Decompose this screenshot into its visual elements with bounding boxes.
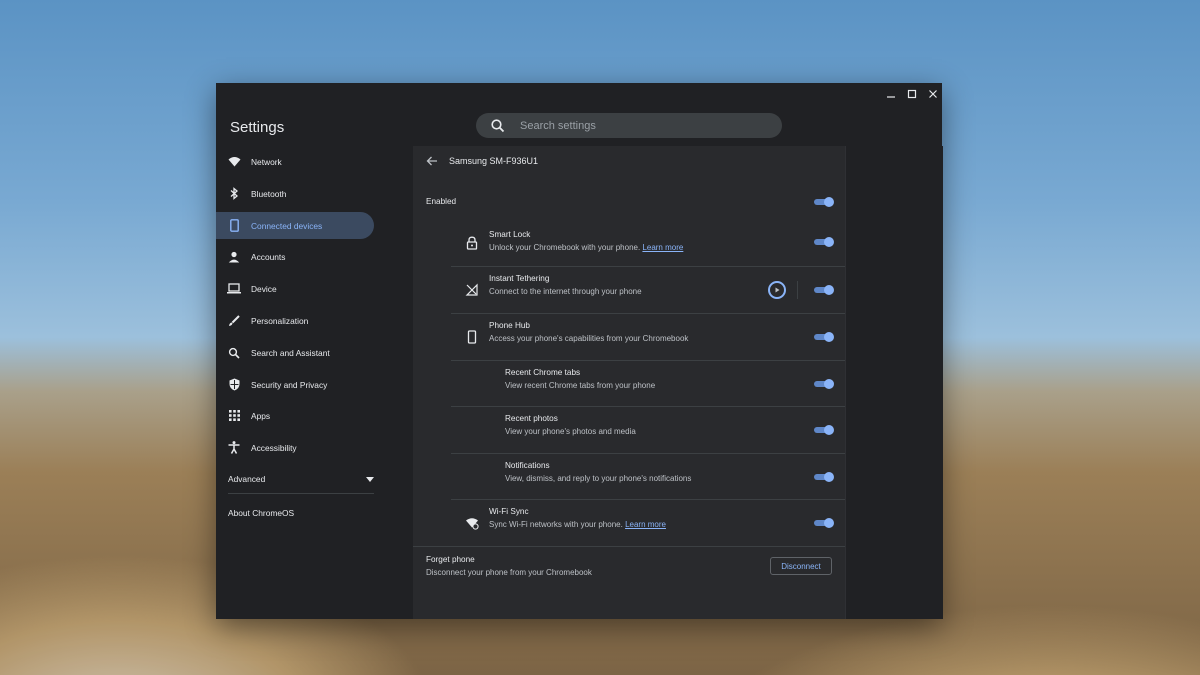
phone-hub-row: Phone Hub Access your phone's capabiliti… (413, 314, 845, 360)
main-content: Samsung SM-F936U1 Enabled Smart Lock Unl… (413, 146, 845, 619)
sidebar-item-device[interactable]: Device (216, 275, 374, 302)
phone-hub-subtitle: Access your phone's capabilities from yo… (489, 334, 689, 343)
back-arrow-icon[interactable] (425, 154, 439, 168)
forget-phone-row: Forget phone Disconnect your phone from … (413, 547, 845, 593)
notifications-title: Notifications (505, 461, 550, 470)
smart-lock-title: Smart Lock (489, 230, 531, 239)
enabled-label: Enabled (426, 197, 457, 206)
notifications-toggle[interactable] (814, 472, 834, 482)
sidebar-item-label: Network (251, 156, 282, 167)
lock-icon (466, 236, 478, 250)
settings-window: Settings Network Bluetooth Connected dev… (216, 83, 943, 619)
apps-grid-icon (226, 408, 242, 424)
recent-chrome-tabs-title: Recent Chrome tabs (505, 368, 581, 377)
recent-photos-row: Recent photos View your phone's photos a… (413, 407, 845, 453)
recent-chrome-tabs-subtitle: View recent Chrome tabs from your phone (505, 381, 656, 390)
forget-phone-subtitle: Disconnect your phone from your Chromebo… (426, 568, 592, 577)
app-title: Settings (230, 119, 285, 136)
wifi-sync-icon (466, 518, 479, 530)
sidebar-divider (228, 493, 374, 494)
smart-lock-toggle[interactable] (814, 237, 834, 247)
disconnect-button[interactable]: Disconnect (770, 557, 832, 575)
recent-photos-toggle[interactable] (814, 425, 834, 435)
page-header: Samsung SM-F936U1 (425, 152, 538, 170)
vertical-divider (797, 281, 798, 299)
sidebar-item-apps[interactable]: Apps (216, 402, 374, 429)
sidebar-item-accessibility[interactable]: Accessibility (216, 434, 374, 461)
sidebar-item-personalization[interactable]: Personalization (216, 307, 374, 334)
wifi-sync-title: Wi-Fi Sync (489, 507, 529, 516)
recent-photos-subtitle: View your phone's photos and media (505, 427, 636, 436)
sidebar-item-label: Personalization (251, 315, 309, 326)
sidebar-item-label: Apps (251, 410, 271, 421)
close-icon (929, 90, 937, 98)
instant-tethering-subtitle: Connect to the internet through your pho… (489, 287, 642, 296)
close-button[interactable] (925, 87, 941, 103)
brush-icon (226, 313, 242, 329)
wifi-sync-toggle[interactable] (814, 518, 834, 528)
recent-chrome-tabs-toggle[interactable] (814, 379, 834, 389)
recent-photos-title: Recent photos (505, 414, 558, 423)
sidebar-item-network[interactable]: Network (216, 148, 374, 175)
wifi-icon (226, 154, 242, 170)
wifi-sync-learn-more-link[interactable]: Learn more (625, 520, 666, 529)
instant-tethering-row: Instant Tethering Connect to the interne… (413, 267, 845, 313)
wifi-sync-subtitle: Sync Wi-Fi networks with your phone. Lea… (489, 520, 666, 529)
person-icon (226, 249, 242, 265)
sidebar-item-search-and-assistant[interactable]: Search and Assistant (216, 339, 374, 366)
phone-icon (467, 330, 477, 344)
accessibility-icon (226, 440, 242, 456)
maximize-icon (907, 89, 917, 99)
notifications-row: Notifications View, dismiss, and reply t… (413, 454, 845, 500)
minimize-button[interactable] (883, 87, 899, 103)
search-input[interactable] (518, 118, 762, 133)
sidebar-item-bluetooth[interactable]: Bluetooth (216, 180, 374, 207)
smart-lock-learn-more-link[interactable]: Learn more (642, 243, 683, 252)
chevron-right-icon (775, 287, 779, 293)
search-icon (226, 345, 242, 361)
shield-icon (226, 377, 242, 393)
smart-lock-row: Smart Lock Unlock your Chromebook with y… (413, 222, 845, 266)
advanced-section-toggle[interactable]: Advanced (228, 471, 374, 487)
instant-tethering-toggle[interactable] (814, 285, 834, 295)
about-chromeos-link[interactable]: About ChromeOS (228, 508, 294, 518)
tethering-signal-icon (465, 283, 478, 296)
smart-lock-subtitle: Unlock your Chromebook with your phone. … (489, 243, 684, 252)
enabled-toggle[interactable] (814, 197, 834, 207)
search-icon (491, 118, 505, 132)
recent-chrome-tabs-row: Recent Chrome tabs View recent Chrome ta… (413, 361, 845, 407)
search-bar[interactable] (476, 113, 782, 138)
sidebar-item-label: Search and Assistant (251, 347, 330, 358)
sidebar-item-label: Connected devices (251, 220, 323, 231)
sidebar-item-label: Device (251, 283, 277, 294)
notifications-subtitle: View, dismiss, and reply to your phone's… (505, 474, 692, 483)
maximize-button[interactable] (904, 87, 920, 103)
right-empty-pane (845, 146, 943, 619)
enabled-row: Enabled (413, 192, 845, 216)
title-bar (216, 83, 942, 107)
sidebar-item-security-and-privacy[interactable]: Security and Privacy (216, 371, 374, 398)
sidebar-item-label: Accounts (251, 251, 286, 262)
minimize-icon (887, 96, 895, 98)
forget-phone-title: Forget phone (426, 555, 475, 564)
phone-hub-title: Phone Hub (489, 321, 530, 330)
sidebar-item-accounts[interactable]: Accounts (216, 243, 374, 270)
laptop-icon (226, 281, 242, 297)
instant-tethering-open-button[interactable] (768, 281, 786, 299)
instant-tethering-title: Instant Tethering (489, 274, 550, 283)
phone-icon (226, 218, 242, 234)
page-title: Samsung SM-F936U1 (449, 156, 539, 166)
caret-down-icon (366, 476, 374, 482)
bluetooth-icon (226, 186, 242, 202)
phone-hub-toggle[interactable] (814, 332, 834, 342)
sidebar-item-connected-devices[interactable]: Connected devices (216, 212, 374, 239)
sidebar-item-label: Accessibility (251, 442, 297, 453)
sidebar-item-label: Security and Privacy (251, 379, 328, 390)
wifi-sync-row: Wi-Fi Sync Sync Wi-Fi networks with your… (413, 500, 845, 546)
sidebar-item-label: Bluetooth (251, 188, 287, 199)
sidebar: Network Bluetooth Connected devices Acco… (216, 146, 413, 619)
advanced-label: Advanced (228, 474, 266, 484)
